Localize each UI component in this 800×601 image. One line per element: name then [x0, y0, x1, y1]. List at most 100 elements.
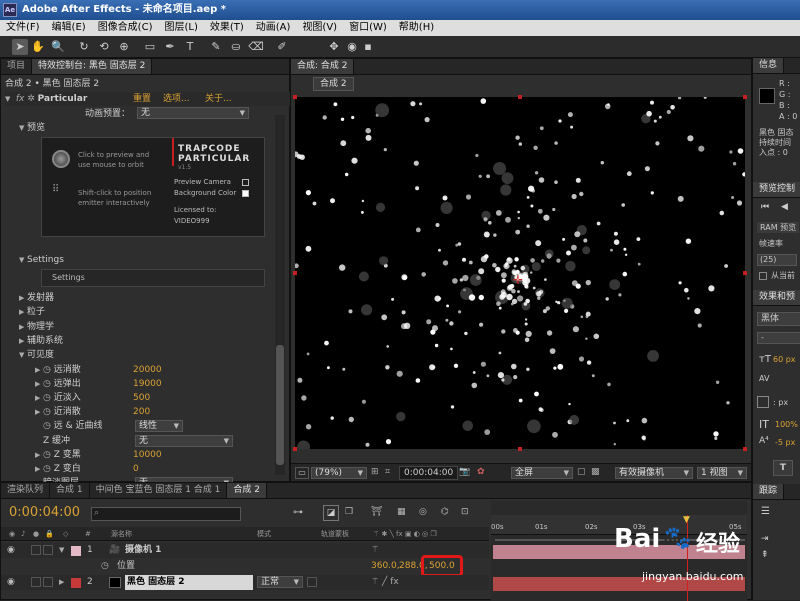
lock-toggle[interactable] [43, 577, 53, 587]
solo-toggle[interactable] [31, 577, 41, 587]
stroke-width[interactable]: : px [773, 398, 788, 407]
layer-row-solid[interactable]: ◉ ▶ 2 黑色 固态层 2 正常 ⚚ ╱ fx [1, 575, 489, 590]
rectangle-mask-icon[interactable]: ▭ [142, 39, 158, 55]
comp-viewer[interactable]: ✛ [292, 95, 747, 454]
layer-handle[interactable] [293, 271, 297, 275]
tab-comp-1[interactable]: 合成 1 [50, 483, 90, 498]
layer-handle[interactable] [293, 447, 297, 451]
background-color-swatch[interactable] [242, 190, 249, 197]
effect-scroll-thumb[interactable] [276, 345, 284, 465]
menu-edit[interactable]: 编辑(E) [46, 20, 92, 36]
clone-stamp-icon[interactable]: ⛀ [228, 39, 244, 55]
zbuffer-dropdown[interactable]: 无 [135, 435, 233, 447]
menu-composition[interactable]: 图像合成(C) [92, 20, 159, 36]
shy-icon[interactable]: ⛩ [371, 507, 382, 517]
trkmat-toggle[interactable] [307, 577, 317, 587]
stopwatch-icon[interactable]: ◷ [101, 559, 109, 574]
snapshot-icon[interactable]: 📷 [459, 467, 470, 477]
selection-icon[interactable]: ➤ [12, 39, 28, 55]
brush-icon[interactable]: ✎ [208, 39, 224, 55]
motion-blur-icon[interactable]: ◎ [419, 507, 427, 517]
font-dropdown[interactable]: 黑体 [757, 312, 800, 326]
solo-toggle[interactable] [31, 545, 41, 555]
comp-mini-flowchart-icon[interactable]: ⊶ [293, 507, 303, 518]
draft-3d-icon[interactable]: ◪ [323, 505, 339, 521]
fx-icon[interactable]: fx [16, 94, 25, 104]
param-value[interactable]: 200 [133, 405, 150, 419]
group-aux-system[interactable]: ▶ 辅助系统 [19, 334, 307, 348]
stopwatch-icon[interactable]: ◷ [43, 464, 51, 474]
layer-row-camera[interactable]: ◉ ▼ 1 🎥 摄像机 1 ⚚ [1, 543, 489, 558]
layer-handle[interactable] [743, 447, 747, 451]
vertical-scale-value[interactable]: 100% [775, 420, 798, 429]
options-link[interactable]: 选项... [163, 92, 190, 106]
param-value[interactable]: 19000 [133, 377, 162, 391]
stroke-swatch[interactable] [757, 396, 769, 408]
anim-preset-dropdown[interactable]: 无 [137, 107, 249, 119]
menu-layer[interactable]: 图层(L) [158, 20, 203, 36]
tab-render-queue[interactable]: 渲染队列 [1, 483, 51, 498]
layer-handle[interactable] [743, 271, 747, 275]
group-particle[interactable]: ▶ 粒子 [19, 305, 307, 319]
view-axis-icon[interactable]: ▪ [360, 39, 376, 55]
eye-icon[interactable]: ◉ [7, 575, 15, 590]
rotate-icon[interactable]: ↻ [76, 39, 92, 55]
fps-dropdown[interactable]: (25) [757, 254, 797, 266]
faux-bold-button[interactable]: T [773, 460, 793, 476]
hand-icon[interactable]: ✋ [30, 39, 46, 55]
label-color-chip[interactable] [71, 546, 81, 556]
tab-effects-presets[interactable]: 效果和预 [753, 290, 800, 305]
stopwatch-icon[interactable]: ◷ [43, 450, 51, 460]
about-link[interactable]: 关于... [205, 92, 232, 106]
channel-icon[interactable]: ✿ [477, 467, 485, 477]
graph-editor-icon[interactable]: ⌬ [441, 507, 449, 517]
frame-blend-icon[interactable]: ▦ [397, 507, 406, 517]
settings-button[interactable]: Settings [41, 269, 265, 287]
layer-handle[interactable] [518, 95, 522, 99]
prev-frame-icon[interactable]: ◀ [781, 202, 788, 212]
expand-triangle-icon[interactable]: ▶ [59, 575, 67, 590]
blend-mode-dropdown[interactable]: 正常 [257, 576, 303, 588]
pan-behind-icon[interactable]: ⊕ [116, 39, 132, 55]
safe-zone-icon[interactable]: ⊞ [371, 467, 379, 477]
tab-midtone-comp[interactable]: 中间色 宝蓝色 固态层 1 合成 1 [90, 483, 228, 498]
param-value[interactable]: 0 [133, 462, 139, 476]
always-preview-icon[interactable]: ▭ [295, 467, 309, 479]
expand-triangle-icon[interactable]: ▼ [5, 92, 13, 106]
stopwatch-icon[interactable]: ◷ [43, 365, 51, 375]
space-before-icon[interactable]: ⇞ [761, 550, 769, 560]
menu-effect[interactable]: 效果(T) [204, 20, 250, 36]
preview-camera-checkbox[interactable] [242, 179, 249, 186]
stopwatch-icon[interactable]: ◷ [43, 393, 51, 403]
roi-icon[interactable]: ▢ [577, 467, 586, 477]
indent-left-icon[interactable]: ⇥ [761, 534, 769, 544]
world-axis-icon[interactable]: ◉ [344, 39, 360, 55]
layer-handle[interactable] [518, 447, 522, 451]
tab-comp-2[interactable]: 合成 2 [227, 483, 267, 498]
camera-dropdown[interactable]: 有效摄像机 [615, 467, 693, 479]
from-current-checkbox[interactable] [759, 272, 767, 280]
tab-composition[interactable]: 合成: 合成 2 [291, 59, 355, 74]
zoom-dropdown[interactable]: (79%) [311, 467, 367, 479]
position-x[interactable]: 360.0, [371, 559, 400, 574]
menu-animation[interactable]: 动画(A) [250, 20, 297, 36]
pen-icon[interactable]: ✒ [162, 39, 178, 55]
menu-help[interactable]: 帮助(H) [393, 20, 440, 36]
stopwatch-icon[interactable]: ◷ [43, 379, 51, 389]
comp-sub-tab[interactable]: 合成 2 [313, 77, 354, 91]
first-frame-icon[interactable]: ⏮ [761, 202, 769, 212]
group-visibility[interactable]: ▼ 可见度 [19, 348, 307, 362]
resolution-dropdown[interactable]: 全屏 [511, 467, 573, 479]
emitter-anchor-icon[interactable]: ✛ [513, 273, 523, 287]
lock-toggle[interactable] [43, 545, 53, 555]
shy-switch-icon[interactable]: ⚚ [371, 543, 379, 558]
text-icon[interactable]: T [182, 39, 198, 55]
timeline-search[interactable]: ⌕ [91, 507, 241, 521]
tab-project[interactable]: 项目 [1, 59, 33, 74]
menu-file[interactable]: 文件(F) [0, 20, 46, 36]
layer-name[interactable]: 摄像机 1 [125, 543, 161, 558]
effect-scrollbar[interactable] [275, 115, 285, 475]
eraser-icon[interactable]: ⌫ [248, 39, 264, 55]
tab-info[interactable]: 信息 [753, 58, 785, 73]
timeline-current-time[interactable]: 0:00:04:00 [9, 505, 80, 520]
